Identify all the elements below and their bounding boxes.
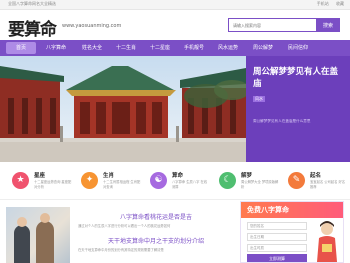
site-url: www.yaosuanming.com <box>62 23 122 29</box>
category-naming[interactable]: ✎ 起名 宝宝起名 公司起名 好名推荐 <box>282 168 350 196</box>
dream-icon: ☾ <box>219 172 236 189</box>
article-title[interactable]: 天干地支算命中月之干支的划分介绍 <box>78 236 234 245</box>
nav-item-home[interactable]: 首页 <box>6 42 36 54</box>
article-list: 八字算命看桃花运是否是吉 通过对个人的生辰八字进行分析可以看出一个人的桃花运势如… <box>0 201 236 263</box>
category-desc: 十二星座运势查询 星座配对分析 <box>34 180 72 189</box>
temple-photo <box>0 56 246 162</box>
hero-banner[interactable]: 周公解梦梦见有人在盖庙 风水 周公解梦梦见有人在盖庙是什么意思 <box>0 56 350 162</box>
nav-item-phone-number[interactable]: 手机靓号 <box>179 40 209 56</box>
nav-item-names[interactable]: 姓名大全 <box>77 40 107 56</box>
fortune-icon: ☯ <box>150 172 167 189</box>
main-nav: 首页 八字算命 姓名大全 十二生肖 十二星座 手机靓号 风水运势 周公解梦 民间… <box>0 40 350 56</box>
category-zodiac[interactable]: ✦ 生肖 十二生肖属相运程 生肖配对查询 <box>75 168 143 196</box>
article-thumbnail[interactable] <box>6 207 70 263</box>
site-header: 要算命 www.yaosuanming.com 搜索 <box>0 10 350 40</box>
zodiac-icon: ✦ <box>81 172 98 189</box>
article-item[interactable]: 天干地支算命中月之干支的划分介绍 在天干地支算命中月份的划分有其特定的规则需要了… <box>78 236 234 253</box>
article-desc: 在天干地支算命中月份的划分有其特定的规则需要了解清楚 <box>78 248 164 252</box>
category-title: 解梦 <box>241 173 253 179</box>
free-reading-title: 免费八字算命 <box>241 202 343 218</box>
nav-item-bazi[interactable]: 八字算命 <box>41 40 71 56</box>
search-button[interactable]: 搜索 <box>316 18 340 32</box>
mobile-site-link[interactable]: 手机站 <box>317 1 329 6</box>
top-intro-text: 全国八字算命网名大全精选 <box>8 1 56 6</box>
site-logo[interactable]: 要算命 <box>8 15 57 40</box>
nav-item-folk-belief[interactable]: 民间信仰 <box>283 40 313 56</box>
category-title: 算命 <box>172 173 184 179</box>
category-desc: 周公解梦大全 梦境原版解析 <box>241 180 279 189</box>
name-field[interactable]: 您的姓名 <box>247 222 307 230</box>
category-title: 起名 <box>310 173 322 179</box>
category-title: 星座 <box>34 173 46 179</box>
calculate-button[interactable]: 立即测算 <box>247 254 307 262</box>
banner-tag[interactable]: 风水 <box>253 96 265 102</box>
category-fortune[interactable]: ☯ 算命 八字算命 生辰八字 在线测算 <box>144 168 212 196</box>
name-icon: ✎ <box>288 172 305 189</box>
birth-date-field[interactable]: 出生日期 <box>247 233 307 241</box>
search-box: 搜索 <box>228 18 340 32</box>
top-bar: 全国八字算命网名大全精选 手机站 收藏 <box>0 0 350 10</box>
category-desc: 八字算命 生辰八字 在线测算 <box>172 180 208 189</box>
favorite-link[interactable]: 收藏 <box>336 1 344 6</box>
banner-title[interactable]: 周公解梦梦见有人在盖庙 <box>253 66 345 90</box>
banner-description: 周公解梦梦见有人在盖庙是什么意思 <box>253 119 311 123</box>
category-title: 生肖 <box>103 173 115 179</box>
nav-item-constellation[interactable]: 十二星座 <box>145 40 175 56</box>
article-desc: 通过对个人的生辰八字进行分析可以看出一个人的桃花运势如何 <box>78 224 171 228</box>
category-dream[interactable]: ☾ 解梦 周公解梦大全 梦境原版解析 <box>213 168 281 196</box>
category-desc: 十二生肖属相运程 生肖配对查询 <box>103 180 141 189</box>
nav-item-dream[interactable]: 周公解梦 <box>248 40 278 56</box>
article-title[interactable]: 八字算命看桃花运是否是吉 <box>78 212 234 221</box>
category-desc: 宝宝起名 公司起名 好名推荐 <box>310 180 346 189</box>
search-input[interactable] <box>228 18 316 32</box>
nav-item-fengshui[interactable]: 风水运势 <box>213 40 243 56</box>
nav-item-zodiac[interactable]: 十二生肖 <box>111 40 141 56</box>
star-icon: ★ <box>12 172 29 189</box>
category-strip: ★ 星座 十二星座运势查询 星座配对分析 ✦ 生肖 十二生肖属相运程 生肖配对查… <box>0 162 350 200</box>
banner-caption-panel: 周公解梦梦见有人在盖庙 风水 周公解梦梦见有人在盖庙是什么意思 <box>246 56 350 162</box>
free-reading-card: 免费八字算命 您的姓名 出生日期 出生时辰 立即测算 <box>240 201 344 263</box>
birth-hour-field[interactable]: 出生时辰 <box>247 244 307 252</box>
article-item[interactable]: 八字算命看桃花运是否是吉 通过对个人的生辰八字进行分析可以看出一个人的桃花运势如… <box>78 212 234 229</box>
category-constellation[interactable]: ★ 星座 十二星座运势查询 星座配对分析 <box>6 168 74 196</box>
top-links: 手机站 收藏 <box>311 1 344 7</box>
fortune-teller-illustration <box>317 221 337 262</box>
